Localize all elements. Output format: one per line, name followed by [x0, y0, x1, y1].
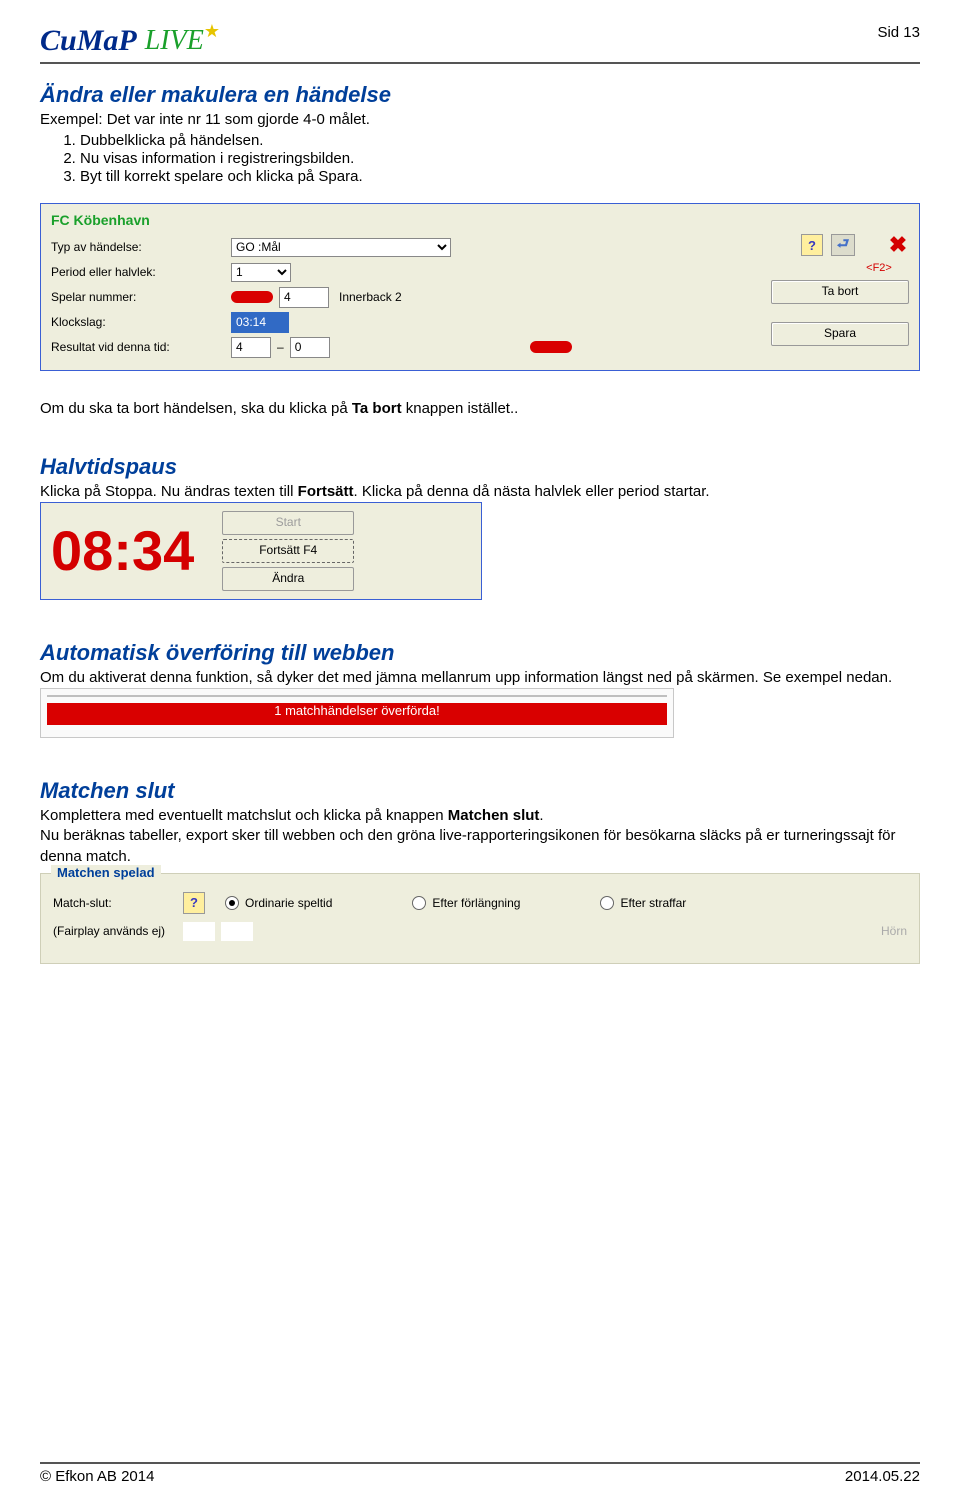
- label-event-type: Typ av händelse:: [51, 240, 231, 254]
- highlight-marker-icon: [231, 291, 273, 303]
- radio-option-extra[interactable]: Efter förlängning: [412, 896, 520, 910]
- radio-label-penalties: Efter straffar: [620, 896, 686, 910]
- halftime-text: Klicka på Stoppa. Nu ändras texten till …: [40, 482, 920, 502]
- heading-edit-event: Ändra eller makulera en händelse: [40, 82, 920, 108]
- logo-text-live: LIVE: [145, 25, 204, 57]
- step-2: Nu visas information i registreringsbild…: [80, 150, 920, 167]
- fairplay-input-2[interactable]: [221, 922, 253, 941]
- input-clock[interactable]: [231, 312, 289, 333]
- select-event-type[interactable]: GO :Mål: [231, 238, 451, 257]
- heading-halftime: Halvtidspaus: [40, 454, 920, 480]
- star-icon: ★: [204, 21, 220, 42]
- remove-button[interactable]: Ta bort: [771, 280, 909, 304]
- radio-option-regular[interactable]: Ordinarie speltid: [225, 896, 332, 910]
- input-score-away[interactable]: [290, 337, 330, 358]
- f2-shortcut-label: <F2>: [849, 262, 909, 274]
- intro-text: Exempel: Det var inte nr 11 som gjorde 4…: [40, 110, 920, 130]
- label-player: Spelar nummer:: [51, 290, 231, 304]
- help-icon[interactable]: ?: [801, 234, 823, 256]
- radio-dot-icon: [600, 896, 614, 910]
- page-number: Sid 13: [877, 24, 920, 41]
- match-end-p1: Komplettera med eventuellt matchslut och…: [40, 806, 920, 826]
- match-end-p2: Nu beräknas tabeller, export sker till w…: [40, 826, 920, 867]
- label-fairplay: (Fairplay används ej): [53, 924, 183, 938]
- corner-label: Hörn: [881, 924, 907, 938]
- event-edit-dialog: FC Köbenhavn Typ av händelse: GO :Mål Pe…: [40, 203, 920, 371]
- fairplay-input-1[interactable]: [183, 922, 215, 941]
- input-score-home[interactable]: [231, 337, 271, 358]
- dialog-team-name: FC Köbenhavn: [51, 212, 909, 228]
- start-button[interactable]: Start: [222, 511, 354, 535]
- footer-date: 2014.05.22: [845, 1468, 920, 1485]
- statusbar-divider: [47, 695, 667, 697]
- clock-display: 08:34: [51, 523, 194, 579]
- header-divider: [40, 62, 920, 64]
- select-period[interactable]: 1: [231, 263, 291, 282]
- radio-dot-icon: [412, 896, 426, 910]
- logo-text-cumap: CuMaP: [40, 24, 137, 58]
- auto-transfer-text: Om du aktiverat denna funktion, så dyker…: [40, 668, 920, 688]
- footer: © Efkon AB 2014 2014.05.22: [40, 1462, 920, 1485]
- logo: CuMaP LIVE ★: [40, 24, 224, 58]
- match-played-fieldset: Matchen spelad Match-slut: ? Ordinarie s…: [40, 873, 920, 964]
- help-icon[interactable]: ?: [183, 892, 205, 914]
- radio-dot-icon: [225, 896, 239, 910]
- input-player-number[interactable]: [279, 287, 329, 308]
- fieldset-legend: Matchen spelad: [51, 865, 161, 880]
- remove-hint-text: Om du ska ta bort händelsen, ska du klic…: [40, 399, 920, 419]
- radio-label-extra: Efter förlängning: [432, 896, 520, 910]
- heading-auto-transfer: Automatisk överföring till webben: [40, 640, 920, 666]
- clock-dialog: 08:34 Start Fortsätt F4 Ändra: [40, 502, 482, 600]
- status-bar-example: 1 matchhändelser överförda!: [40, 688, 674, 738]
- status-message: 1 matchhändelser överförda!: [47, 703, 667, 725]
- close-icon[interactable]: ✖: [887, 234, 909, 256]
- back-icon[interactable]: ⮐: [831, 234, 855, 256]
- steps-list: Dubbelklicka på händelsen. Nu visas info…: [80, 132, 920, 185]
- label-clock: Klockslag:: [51, 315, 231, 329]
- footer-copyright: © Efkon AB 2014: [40, 1468, 154, 1485]
- heading-match-end: Matchen slut: [40, 778, 920, 804]
- label-score: Resultat vid denna tid:: [51, 340, 231, 354]
- step-1: Dubbelklicka på händelsen.: [80, 132, 920, 149]
- highlight-marker-icon: [530, 341, 572, 353]
- score-dash: –: [277, 340, 284, 354]
- step-3: Byt till korrekt spelare och klicka på S…: [80, 168, 920, 185]
- radio-option-penalties[interactable]: Efter straffar: [600, 896, 686, 910]
- save-button[interactable]: Spara: [771, 322, 909, 346]
- edit-button[interactable]: Ändra: [222, 567, 354, 591]
- label-period: Period eller halvlek:: [51, 265, 231, 279]
- player-position-text: Innerback 2: [339, 290, 402, 304]
- continue-button[interactable]: Fortsätt F4: [222, 539, 354, 563]
- radio-label-regular: Ordinarie speltid: [245, 896, 332, 910]
- label-match-end: Match-slut:: [53, 896, 183, 910]
